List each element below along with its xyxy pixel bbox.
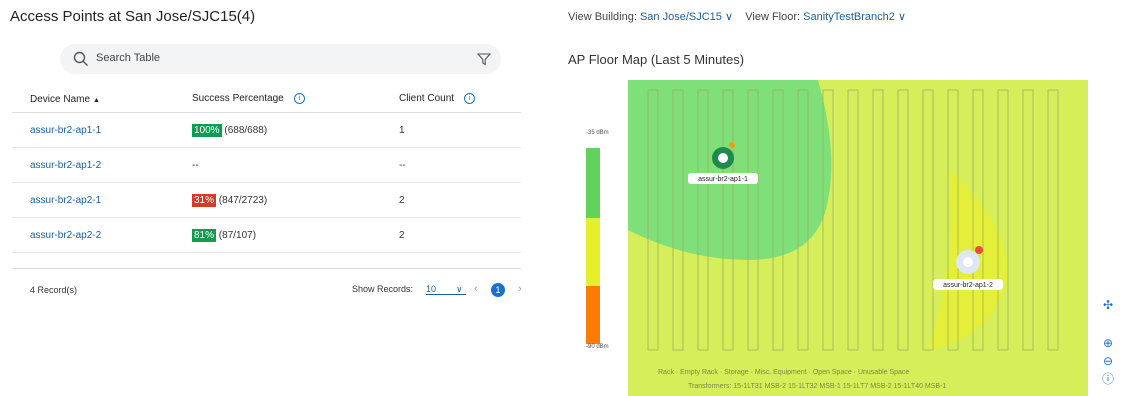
ap-table: Device Name ▲ Success Percentage i Client … xyxy=(12,86,521,253)
device-link[interactable]: assur-br2-ap2-2 xyxy=(30,230,101,241)
reset-view-icon[interactable]: ✣ xyxy=(1097,294,1119,316)
device-link[interactable]: assur-br2-ap1-1 xyxy=(30,125,101,136)
legend-orange xyxy=(586,286,600,344)
show-records-label: Show Records: xyxy=(352,284,414,294)
table-header-row: Device Name ▲ Success Percentage i Client … xyxy=(12,86,521,113)
table-row[interactable]: assur-br2-ap2-2 81% (87/107) 2 xyxy=(12,217,521,253)
success-detail: (847/2723) xyxy=(218,194,268,206)
ap-label-1: assur-br2-ap1-1 xyxy=(698,176,748,183)
record-count: 4 Record(s) xyxy=(30,285,78,295)
chevron-left-icon[interactable]: ‹ xyxy=(474,283,478,295)
chevron-down-icon[interactable]: ∨ xyxy=(725,11,733,23)
col-device-name-label: Device Name xyxy=(30,93,91,105)
client-count: 2 xyxy=(399,217,521,253)
col-success-percentage[interactable]: Success Percentage i xyxy=(192,86,399,113)
search-input[interactable]: Search Table xyxy=(60,44,501,74)
success-detail: (87/107) xyxy=(218,229,257,241)
client-count: -- xyxy=(399,147,521,183)
success-badge: 100% xyxy=(192,123,222,137)
success-detail: (688/688) xyxy=(224,124,268,136)
floor-select[interactable]: SanityTestBranch2 xyxy=(803,11,895,23)
legend-bottom-label: -90 dBm xyxy=(586,344,609,350)
floor-map[interactable]: assur-br2-ap1-1 assur-br2-ap1-2 Rack · E… xyxy=(628,80,1088,396)
col-client-label: Client Count xyxy=(399,93,455,105)
col-device-name[interactable]: Device Name ▲ xyxy=(12,86,192,113)
chevron-right-icon[interactable]: › xyxy=(518,283,522,295)
client-count: 2 xyxy=(399,182,521,218)
page-title: Access Points at San Jose/SJC15(4) xyxy=(10,8,256,25)
device-link[interactable]: assur-br2-ap1-2 xyxy=(30,160,101,171)
access-points-panel: Access Points at San Jose/SJC15(4) Searc… xyxy=(0,0,552,395)
chevron-down-icon[interactable]: ∨ xyxy=(898,11,906,23)
search-placeholder: Search Table xyxy=(96,52,161,64)
col-client-count[interactable]: Client Count i xyxy=(399,86,521,113)
legend-yellow xyxy=(586,218,600,286)
table-footer: 4 Record(s) Show Records: 10 ∨ ‹ 1 › xyxy=(12,268,522,309)
table-row[interactable]: assur-br2-ap2-1 31% (847/2723) 2 xyxy=(12,182,521,218)
map-title: AP Floor Map (Last 5 Minutes) xyxy=(568,52,745,67)
table-row[interactable]: assur-br2-ap1-1 100% (688/688) 1 xyxy=(12,112,521,148)
client-count: 1 xyxy=(399,112,521,148)
building-select[interactable]: San Jose/SJC15 xyxy=(640,11,722,23)
legend-green xyxy=(586,148,600,218)
success-badge: 31% xyxy=(192,193,217,207)
view-building-label: View Building: xyxy=(568,11,637,23)
chevron-down-icon[interactable]: ∨ xyxy=(456,284,463,295)
legend-top-label: -35 dBm xyxy=(586,130,609,136)
ap-label-2: assur-br2-ap1-2 xyxy=(943,282,993,289)
info-icon[interactable]: i xyxy=(464,93,476,105)
success-badge: 81% xyxy=(192,228,217,242)
success-detail: -- xyxy=(192,159,199,171)
search-icon xyxy=(73,51,88,66)
view-floor-label: View Floor: xyxy=(745,11,801,23)
signal-legend xyxy=(586,148,600,344)
info-icon[interactable]: ⓘ xyxy=(1097,368,1119,390)
map-transformers: Transformers: 15-1LT31 MSB-2 15-1LT32 MS… xyxy=(688,383,946,390)
table-row[interactable]: assur-br2-ap1-2 -- -- xyxy=(12,147,521,183)
page-button-current[interactable]: 1 xyxy=(491,283,505,297)
col-success-label: Success Percentage xyxy=(192,93,284,105)
device-link[interactable]: assur-br2-ap2-1 xyxy=(30,195,101,206)
map-legend-items: Rack · Empty Rack · Storage · Misc. Equi… xyxy=(658,369,909,376)
info-icon[interactable]: i xyxy=(293,93,305,105)
sort-up-icon[interactable]: ▲ xyxy=(93,97,100,104)
map-toolbar: ✣ ⊕ ⊖ ⓘ xyxy=(1097,294,1119,390)
building-floor-selector: View Building: San Jose/SJC15 ∨ View Flo… xyxy=(568,10,906,23)
filter-icon[interactable] xyxy=(477,52,491,66)
